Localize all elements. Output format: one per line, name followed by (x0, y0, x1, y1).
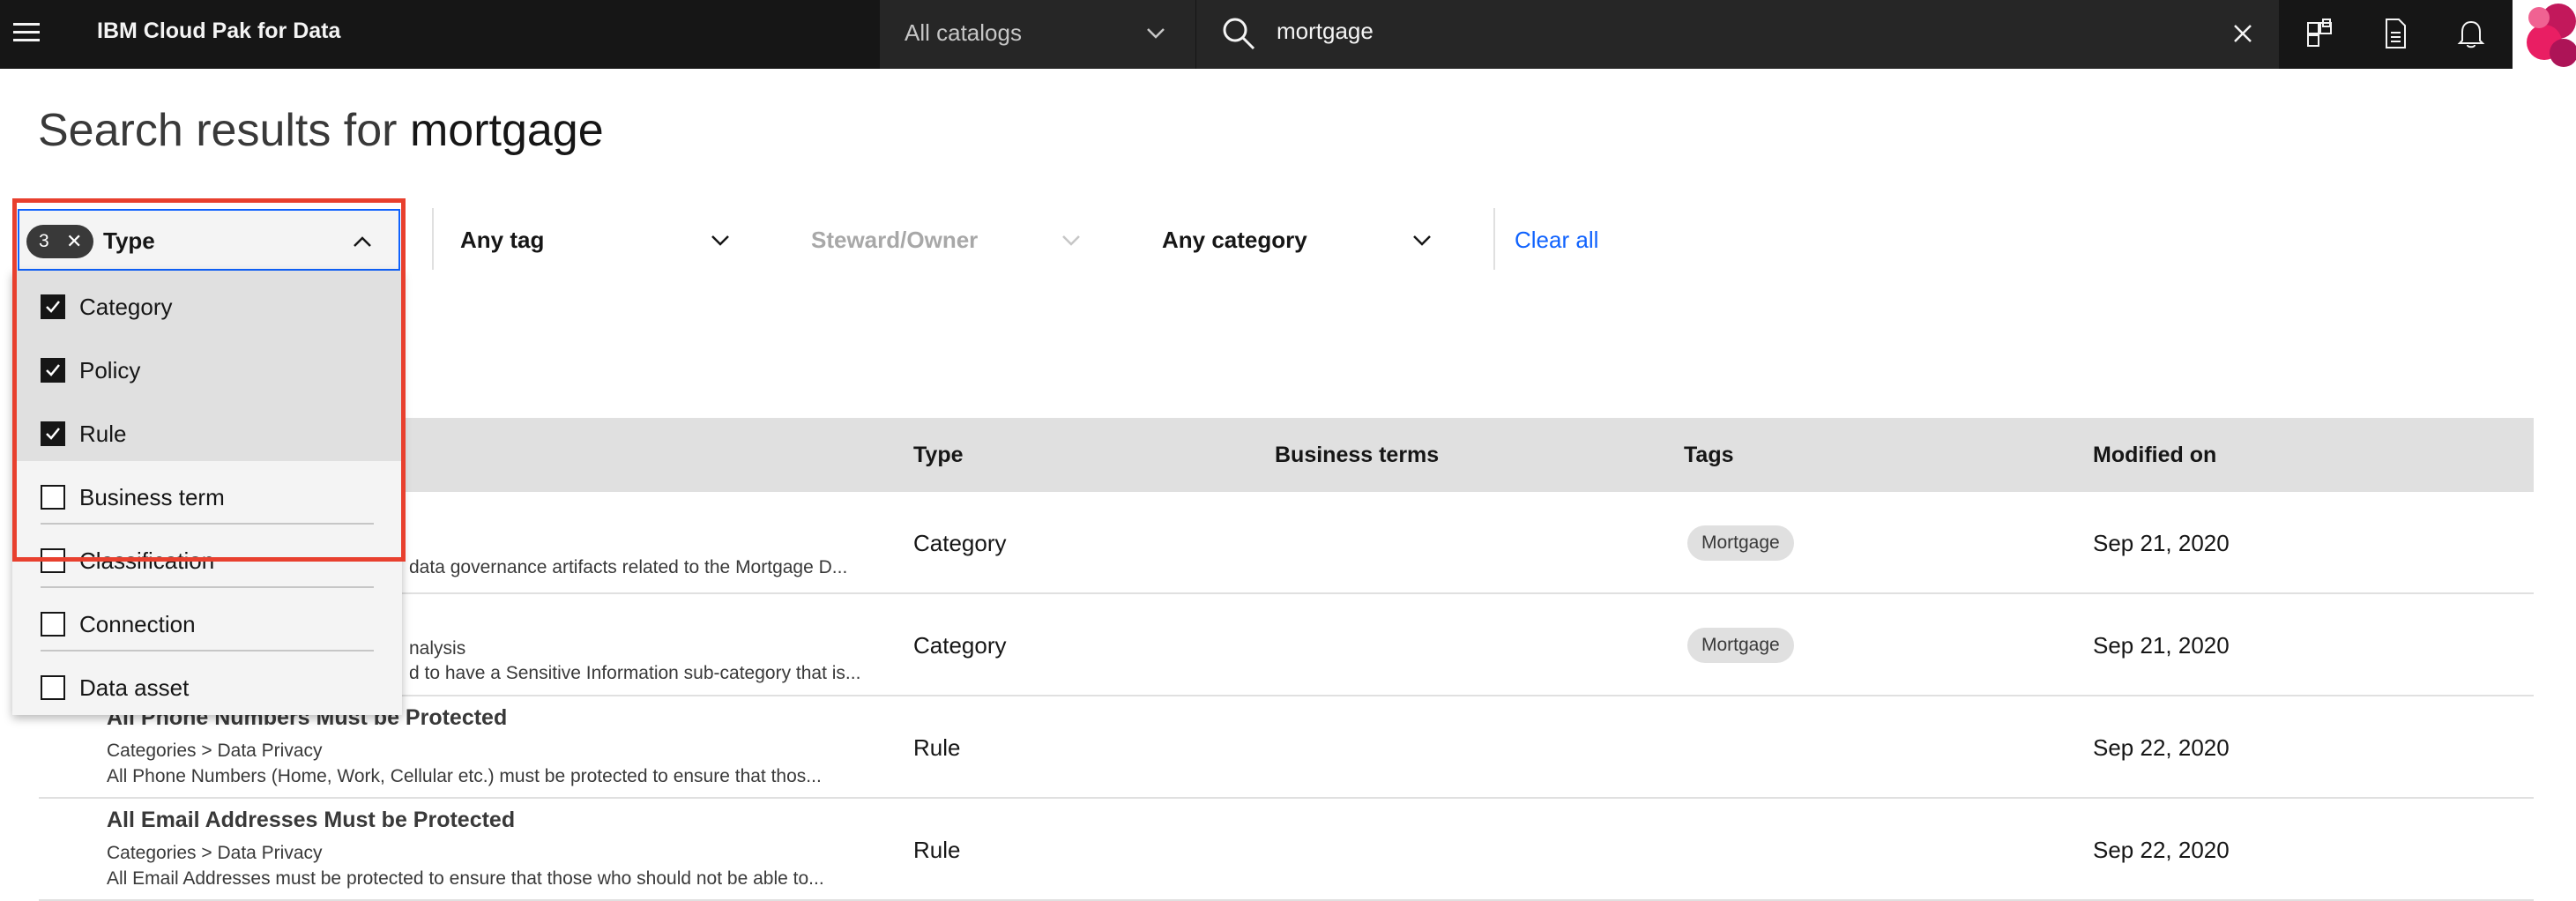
row-description: data governance artifacts related to the… (409, 557, 848, 577)
search-icon (1223, 18, 1255, 50)
row-path: nalysis (409, 638, 466, 659)
table-header: Type Business terms Tags Modified on (39, 418, 2534, 492)
notification-bell-icon[interactable] (2433, 0, 2509, 69)
row-modified-date: Sep 21, 2020 (2093, 632, 2230, 659)
type-filter-label: Type (103, 227, 155, 254)
checkbox-icon[interactable] (41, 485, 65, 510)
steward-filter-dropdown[interactable]: Steward/Owner (811, 208, 1084, 270)
checkbox-icon[interactable] (41, 548, 65, 573)
catalog-select-value: All catalogs (905, 19, 1022, 46)
top-navigation-bar: IBM Cloud Pak for Data All catalogs mort… (0, 0, 2576, 69)
menu-option-category[interactable]: Category (12, 271, 402, 334)
row-modified-date: Sep 22, 2020 (2093, 837, 2230, 863)
checkbox-checked-icon[interactable] (41, 358, 65, 383)
selected-count: 3 (39, 231, 49, 251)
menu-option-label: Policy (79, 357, 141, 383)
category-filter-dropdown[interactable]: Any category (1162, 208, 1435, 270)
menu-option-label: Category (79, 294, 173, 320)
user-avatar[interactable] (2513, 0, 2576, 69)
clear-all-link[interactable]: Clear all (1515, 208, 1598, 272)
column-header-tags[interactable]: Tags (1684, 418, 1734, 492)
chevron-down-icon (711, 235, 729, 246)
row-path: Categories > Data Privacy (107, 741, 323, 761)
hamburger-menu-icon[interactable] (0, 0, 53, 69)
row-description: All Email Addresses must be protected to… (107, 868, 824, 889)
row-modified-date: Sep 22, 2020 (2093, 734, 2230, 761)
tag-badge[interactable]: Mortgage (1687, 525, 1794, 561)
search-input[interactable]: mortgage (1196, 0, 2279, 69)
selected-count-tag[interactable]: 3 ✕ (26, 225, 93, 258)
row-name-link[interactable]: All Email Addresses Must be Protected (107, 808, 515, 833)
chevron-down-icon (1413, 235, 1431, 246)
chevron-down-icon (1062, 235, 1080, 246)
row-description: All Phone Numbers (Home, Work, Cellular … (107, 766, 822, 786)
type-filter-menu: Category Policy Rule Business term Class… (12, 271, 402, 715)
row-type: Category (913, 530, 1007, 556)
menu-option-label: Rule (79, 421, 127, 447)
checkbox-icon[interactable] (41, 612, 65, 637)
category-filter-label: Any category (1162, 227, 1307, 253)
catalog-icon[interactable] (2282, 0, 2357, 69)
menu-option-classification[interactable]: Classification (12, 525, 402, 588)
table-row[interactable]: data governance artifacts related to the… (39, 492, 2534, 594)
page-title-query: mortgage (409, 105, 604, 156)
filter-divider (432, 208, 434, 270)
menu-option-rule[interactable]: Rule (12, 398, 402, 461)
column-header-type[interactable]: Type (913, 418, 964, 492)
search-value: mortgage (1277, 18, 1374, 44)
row-path: Categories > Data Privacy (107, 843, 323, 863)
column-header-business-terms[interactable]: Business terms (1275, 418, 1439, 492)
clear-selection-icon[interactable]: ✕ (66, 225, 82, 258)
catalog-select[interactable]: All catalogs (880, 0, 1195, 69)
type-filter-dropdown[interactable]: 3 ✕ Type (18, 209, 400, 271)
product-name[interactable]: IBM Cloud Pak for Data (97, 0, 340, 69)
menu-option-label: Data asset (79, 674, 190, 701)
tag-filter-dropdown[interactable]: Any tag (460, 208, 733, 270)
menu-option-policy[interactable]: Policy (12, 334, 402, 398)
menu-option-connection[interactable]: Connection (12, 588, 402, 652)
checkbox-checked-icon[interactable] (41, 421, 65, 446)
checkbox-checked-icon[interactable] (41, 294, 65, 319)
steward-filter-label: Steward/Owner (811, 227, 979, 253)
row-type: Category (913, 632, 1007, 659)
chevron-down-icon (1147, 28, 1165, 39)
menu-option-data-asset[interactable]: Data asset (12, 652, 402, 715)
table-row[interactable]: All Email Addresses Must be Protected Ca… (39, 799, 2534, 901)
table-row[interactable]: nalysis d to have a Sensitive Informatio… (39, 594, 2534, 696)
search-results-table: Type Business terms Tags Modified on dat… (39, 418, 2534, 901)
page-title-prefix: Search results for (38, 105, 410, 156)
row-modified-date: Sep 21, 2020 (2093, 530, 2230, 556)
row-description: d to have a Sensitive Information sub-ca… (409, 663, 861, 683)
tag-badge[interactable]: Mortgage (1687, 628, 1794, 663)
close-icon[interactable] (2233, 24, 2252, 43)
page-title: Search results for mortgage (38, 104, 604, 157)
menu-option-business-term[interactable]: Business term (12, 461, 402, 525)
row-type: Rule (913, 837, 961, 863)
document-icon[interactable] (2357, 0, 2433, 69)
chevron-up-icon (354, 236, 371, 247)
column-header-modified-on[interactable]: Modified on (2093, 418, 2216, 492)
filter-divider (1493, 208, 1495, 270)
tag-filter-label: Any tag (460, 227, 545, 253)
checkbox-icon[interactable] (41, 675, 65, 700)
table-row[interactable]: All Phone Numbers Must be Protected Cate… (39, 696, 2534, 799)
row-type: Rule (913, 734, 961, 761)
